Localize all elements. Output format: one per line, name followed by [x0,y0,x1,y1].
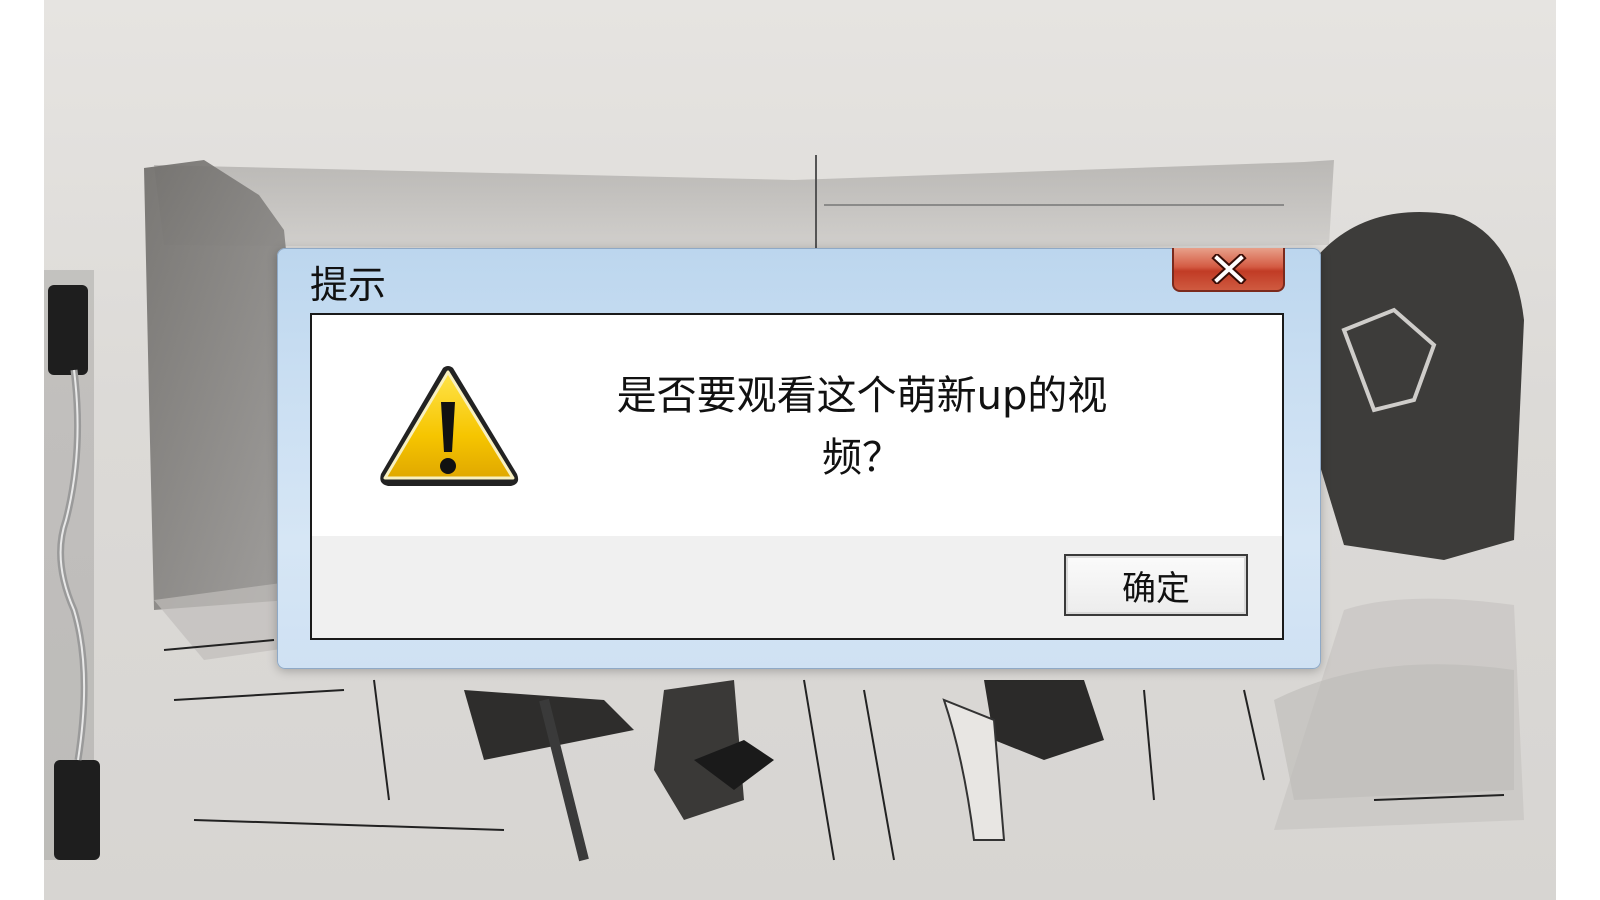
message-line-1: 是否要观看这个萌新up的视 [616,373,1108,419]
message-line-2: 频？ [822,435,902,481]
close-button[interactable] [1172,248,1285,292]
ok-button-label: 确定 [1122,568,1190,609]
screen: 提示 是否要观看这个萌新up的视 频？ 确定 [0,0,1600,900]
ok-button[interactable]: 确定 [1064,554,1248,616]
dialog-title: 提示 [310,263,387,307]
dialog-body: 是否要观看这个萌新up的视 频？ 确定 [310,313,1284,640]
message-area: 是否要观看这个萌新up的视 频？ [312,315,1282,536]
warning-icon [380,366,519,486]
button-bar: 确定 [312,536,1282,638]
alert-dialog: 提示 是否要观看这个萌新up的视 频？ 确定 [277,248,1321,669]
dialog-message: 是否要观看这个萌新up的视 频？ [562,365,1162,489]
close-icon [1210,254,1247,284]
